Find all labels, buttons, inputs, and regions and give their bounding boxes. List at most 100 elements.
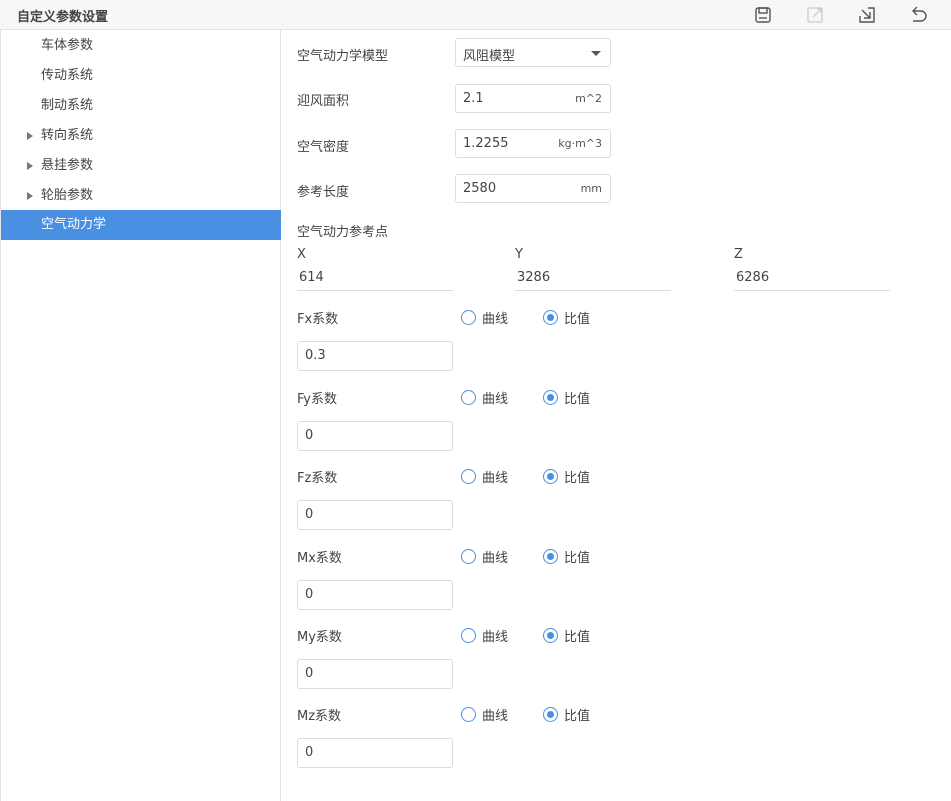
area-input[interactable]: 2.1 m^2 [455,84,611,113]
ref-y-value: 3286 [517,270,551,285]
fz-label: Fz系数 [297,471,338,486]
radio-label: 曲线 [482,471,509,486]
length-value: 2580 [463,181,497,196]
radio-circle[interactable] [543,707,558,722]
radio-circle[interactable] [461,390,476,405]
sidebar-item-suspension[interactable]: 悬挂参数 [1,151,281,181]
fx-ratio-radio[interactable]: 比值 [543,308,590,327]
import-icon[interactable] [856,4,878,26]
radio-circle[interactable] [461,707,476,722]
radio-label: 比值 [564,312,591,327]
mx-label: Mx系数 [297,551,342,566]
header-bar: 自定义参数设置 [0,0,951,30]
radio-circle[interactable] [461,628,476,643]
radio-label: 比值 [564,709,591,724]
density-input[interactable]: 1.2255 kg·m^3 [455,129,611,158]
sidebar-item-label: 转向系统 [41,128,94,143]
radio-label: 比值 [564,392,591,407]
ref-z-input[interactable]: 6286 [734,266,890,291]
mz-curve-radio[interactable]: 曲线 [461,705,508,724]
fy-label: Fy系数 [297,392,337,407]
sidebar-item-body[interactable]: 车体参数 [1,31,281,61]
fz-curve-radio[interactable]: 曲线 [461,467,508,486]
page-title: 自定义参数设置 [17,10,109,25]
fy-ratio-radio[interactable]: 比值 [543,388,590,407]
density-label: 空气密度 [297,140,350,155]
fy-value: 0 [305,428,314,443]
sidebar-item-label: 悬挂参数 [41,158,94,173]
ref-y-label: Y [515,247,523,262]
fx-curve-radio[interactable]: 曲线 [461,308,508,327]
sidebar-nav: 车体参数 传动系统 制动系统 转向系统 悬挂参数 轮胎参数 空气动力学 [0,30,281,801]
fz-ratio-radio[interactable]: 比值 [543,467,590,486]
radio-circle[interactable] [543,390,558,405]
area-label: 迎风面积 [297,94,350,109]
sidebar-item-steering[interactable]: 转向系统 [1,121,281,151]
radio-circle[interactable] [543,310,558,325]
model-select[interactable]: 风阻模型 [455,38,611,67]
radio-label: 比值 [564,551,591,566]
radio-label: 比值 [564,630,591,645]
save-icon[interactable] [752,4,774,26]
ref-z-value: 6286 [736,270,770,285]
radio-circle[interactable] [543,628,558,643]
sidebar-item-tires[interactable]: 轮胎参数 [1,181,281,211]
radio-label: 曲线 [482,630,509,645]
fz-input[interactable]: 0 [297,500,453,530]
mz-input[interactable]: 0 [297,738,453,768]
expand-arrow-icon[interactable] [27,192,33,200]
mz-ratio-radio[interactable]: 比值 [543,705,590,724]
fy-curve-radio[interactable]: 曲线 [461,388,508,407]
ref-point-title: 空气动力参考点 [297,225,389,240]
my-ratio-radio[interactable]: 比值 [543,626,590,645]
my-input[interactable]: 0 [297,659,453,689]
export-icon[interactable] [804,4,826,26]
mx-value: 0 [305,587,314,602]
my-value: 0 [305,666,314,681]
fy-input[interactable]: 0 [297,421,453,451]
density-value: 1.2255 [463,136,509,151]
chevron-down-icon [591,51,601,56]
mx-ratio-radio[interactable]: 比值 [543,547,590,566]
radio-label: 曲线 [482,392,509,407]
mz-value: 0 [305,745,314,760]
ref-x-input[interactable]: 614 [297,266,453,291]
mx-curve-radio[interactable]: 曲线 [461,547,508,566]
expand-arrow-icon[interactable] [27,162,33,170]
radio-circle[interactable] [461,469,476,484]
fz-value: 0 [305,507,314,522]
ref-y-input[interactable]: 3286 [515,266,671,291]
radio-label: 曲线 [482,709,509,724]
radio-circle[interactable] [543,469,558,484]
radio-circle[interactable] [461,549,476,564]
length-input[interactable]: 2580 mm [455,174,611,203]
expand-arrow-icon[interactable] [27,132,33,140]
sidebar-item-drivetrain[interactable]: 传动系统 [1,61,281,91]
radio-label: 曲线 [482,312,509,327]
length-unit: mm [580,182,602,195]
fx-label: Fx系数 [297,312,339,327]
radio-label: 比值 [564,471,591,486]
mz-label: Mz系数 [297,709,342,724]
radio-circle[interactable] [543,549,558,564]
ref-x-value: 614 [299,270,324,285]
aero-form: 空气动力学模型 风阻模型 迎风面积 2.1 m^2 空气密度 1.2255 kg… [282,30,951,801]
my-curve-radio[interactable]: 曲线 [461,626,508,645]
radio-label: 曲线 [482,551,509,566]
fx-input[interactable]: 0.3 [297,341,453,371]
ref-z-label: Z [734,247,743,262]
ref-x-label: X [297,247,306,262]
sidebar-item-label: 车体参数 [41,38,94,53]
sidebar-item-label: 制动系统 [41,98,94,113]
mx-input[interactable]: 0 [297,580,453,610]
my-label: My系数 [297,630,342,645]
radio-circle[interactable] [461,310,476,325]
sidebar-item-brakes[interactable]: 制动系统 [1,91,281,121]
fx-value: 0.3 [305,348,326,363]
model-label: 空气动力学模型 [297,49,389,64]
undo-icon[interactable] [907,4,929,26]
length-label: 参考长度 [297,185,350,200]
density-unit: kg·m^3 [558,137,602,150]
sidebar-item-label: 传动系统 [41,68,94,83]
sidebar-item-aerodynamics[interactable]: 空气动力学 [1,210,281,240]
